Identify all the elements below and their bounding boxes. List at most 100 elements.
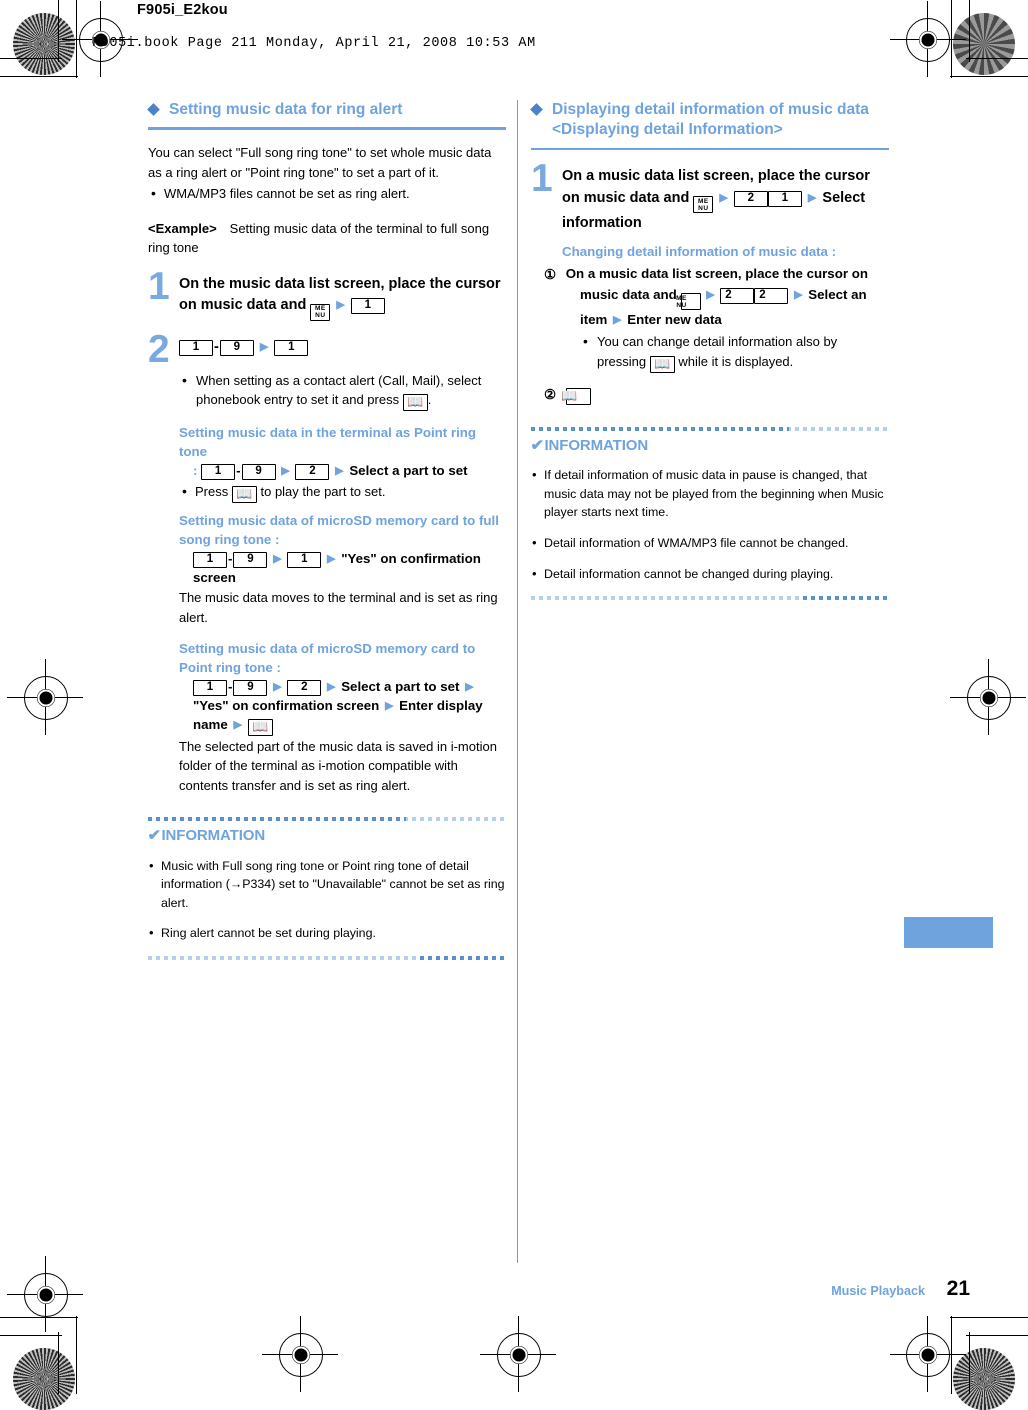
right-triangle-arrow-icon: ▶ [807, 191, 817, 204]
right-triangle-arrow-icon: ▶ [336, 299, 345, 312]
sub-tail-b: "Yes" on confirmation screen [193, 698, 380, 714]
changing-bullet-text-b: while it is displayed. [678, 353, 794, 369]
information-bottom-rule [531, 595, 889, 600]
left-information-block: ✔INFORMATION Music with Full song ring t… [147, 817, 506, 960]
right-column: Displaying detail information of music d… [530, 100, 889, 600]
bullet-post-text: to play the part to set. [260, 483, 386, 499]
changing-item-1-bullet: You can change detail information also b… [580, 331, 889, 373]
heading-rule [148, 127, 506, 130]
right-triangle-arrow-icon: ▶ [465, 681, 474, 694]
information-item: Detail information cannot be changed dur… [531, 564, 889, 584]
left-section-heading: Setting music data for ring alert [147, 100, 506, 120]
sub-key-sequence: 1-9 ▶ 1 ▶ "Yes" on confirmation screen [179, 550, 506, 588]
left-column: Setting music data for ring alert You ca… [147, 100, 506, 960]
information-top-rule [148, 817, 506, 822]
sub-point-terminal-bullet: Press 📖 to play the part to set. [179, 481, 506, 503]
sub-key-sequence: : 1-9 ▶ 2 ▶ Select a part to set [193, 463, 468, 481]
key-1: 1 [201, 464, 236, 481]
sub-title: Setting music data of microSD memory car… [179, 641, 476, 676]
left-section-heading-text: Setting music data for ring alert [169, 101, 403, 118]
step-body: On a music data list screen, place the c… [562, 166, 889, 234]
right-triangle-arrow-icon: ▶ [794, 288, 803, 301]
information-bottom-rule [148, 955, 506, 960]
menu-key-icon: ME NU [676, 293, 701, 311]
book-key-icon: 📖 [402, 394, 428, 412]
right-triangle-arrow-icon: ▶ [384, 700, 394, 713]
right-section-heading-line1: Displaying detail information of music d… [552, 101, 869, 118]
information-item: Ring alert cannot be set during playing. [148, 923, 506, 943]
right-triangle-arrow-icon: ▶ [273, 681, 282, 694]
right-triangle-arrow-icon: ▶ [706, 288, 715, 301]
right-section-heading: Displaying detail information of music d… [530, 100, 889, 141]
left-intro-bullet: WMA/MP3 files cannot be set as ring aler… [148, 183, 506, 203]
right-triangle-arrow-icon: ▶ [327, 681, 336, 694]
sub-title: Setting music data in the terminal as Po… [179, 425, 477, 460]
diamond-bullet-icon [147, 103, 160, 116]
information-list: If detail information of music data in p… [531, 465, 889, 584]
information-title-text: INFORMATION [544, 436, 649, 454]
changing-item-1-text-c: Enter new data [627, 312, 722, 328]
book-key-icon: 📖 [561, 387, 591, 405]
key-9: 9 [233, 680, 268, 697]
key-2: 2 [295, 464, 330, 481]
information-title: ✔INFORMATION [530, 436, 889, 454]
key-2: 2 [287, 680, 322, 697]
heading-rule [531, 147, 889, 151]
footer-page-number: 21 [946, 1277, 970, 1300]
key-2: 2 [733, 190, 768, 207]
right-triangle-arrow-icon: ▶ [281, 465, 290, 478]
changing-detail-title: Changing detail information of music dat… [562, 244, 837, 260]
information-top-rule [531, 426, 889, 431]
sub-microsd-full-result: The music data moves to the terminal and… [179, 590, 498, 625]
right-section-heading-line2: <Displaying detail Information> [552, 121, 783, 139]
changing-item-2: ② 📖 [544, 386, 889, 405]
right-triangle-arrow-icon: ▶ [233, 718, 242, 731]
sub-microsd-point-result: The selected part of the music data is s… [179, 738, 497, 793]
example-row: <Example> Setting music data of the termi… [148, 219, 506, 258]
footer-chapter-label: Music Playback [831, 1284, 925, 1298]
sub-tail-a: Select a part to set [341, 679, 460, 695]
key-1: 1 [193, 680, 227, 697]
key-9: 9 [233, 551, 268, 568]
menu-key-icon: ME NU [310, 303, 331, 321]
key-2: 2 [754, 287, 789, 304]
sub-point-ring-tone-terminal: Setting music data in the terminal as Po… [179, 424, 506, 481]
page-content: Setting music data for ring alert You ca… [0, 0, 1028, 1394]
step-2-bullet: When setting as a contact alert (Call, M… [179, 370, 506, 412]
step-body: On the music data list screen, place the… [179, 274, 506, 321]
left-step-1: 1 On the music data list screen, place t… [148, 267, 506, 321]
right-triangle-arrow-icon: ▶ [335, 465, 344, 478]
step-2-notes: When setting as a contact alert (Call, M… [179, 370, 506, 796]
sub-microsd-point-ring: Setting music data of microSD memory car… [179, 640, 506, 736]
information-list: Music with Full song ring tone or Point … [148, 856, 506, 943]
right-triangle-arrow-icon: ▶ [327, 552, 336, 565]
sub-microsd-full-song: Setting music data of microSD memory car… [179, 512, 506, 588]
key-1: 1 [767, 190, 802, 207]
menu-key-icon: ME NU [693, 196, 714, 214]
information-title-text: INFORMATION [161, 827, 266, 845]
check-mark-icon: ✔ [147, 827, 162, 845]
sub-title: Setting music data of microSD memory car… [179, 512, 499, 547]
book-key-icon: 📖 [231, 485, 257, 503]
right-step-1: 1 On a music data list screen, place the… [531, 159, 889, 405]
right-triangle-arrow-icon: ▶ [613, 314, 622, 327]
right-information-block: ✔INFORMATION If detail information of mu… [530, 426, 889, 600]
diamond-bullet-icon [530, 103, 543, 116]
step-body: 1-9 ▶ 1 [179, 337, 506, 358]
left-intro-text: You can select "Full song ring tone" to … [148, 144, 492, 180]
key-9: 9 [219, 339, 254, 356]
step-number: 2 [148, 327, 170, 371]
left-step-2: 2 1-9 ▶ 1 When setting as a contact aler… [148, 330, 506, 796]
key-1: 1 [274, 339, 309, 356]
key-2: 2 [720, 287, 755, 304]
information-item: Music with Full song ring tone or Point … [148, 856, 506, 912]
right-triangle-arrow-icon: ▶ [273, 552, 282, 565]
step-number: 1 [531, 157, 553, 201]
key-1: 1 [287, 551, 322, 568]
page-footer: Music Playback 21 [831, 1277, 970, 1301]
key-1: 1 [179, 339, 213, 356]
key-9: 9 [241, 464, 276, 481]
sub-key-sequence: 1-9 ▶ 2 ▶ Select a part to set ▶ "Yes" o… [179, 678, 506, 736]
check-mark-icon: ✔ [530, 436, 545, 454]
key-1: 1 [350, 298, 385, 315]
